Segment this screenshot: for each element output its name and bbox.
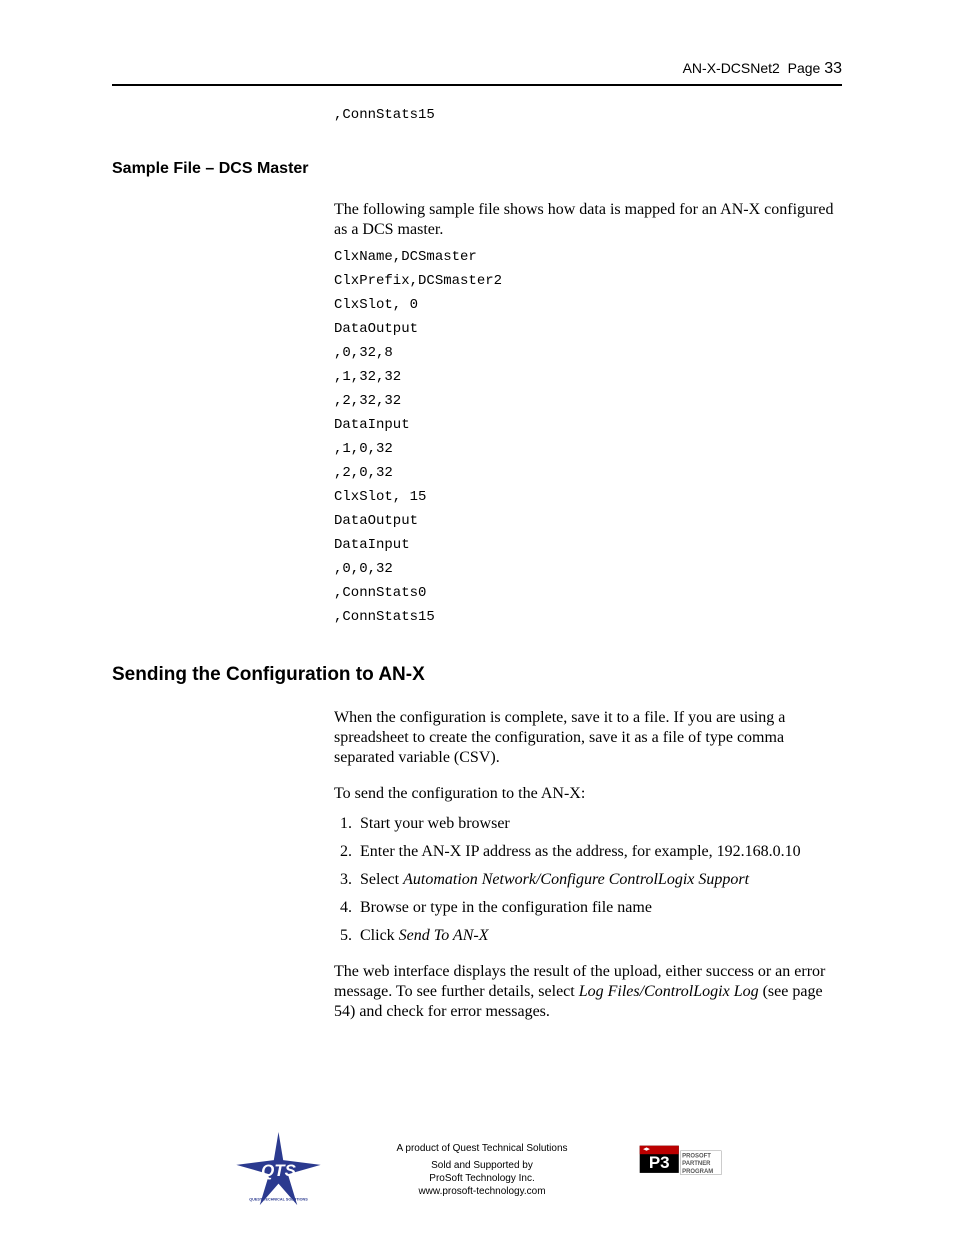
step-text: Enter the AN-X IP address as the address…: [360, 843, 801, 860]
send-p3: The web interface displays the result of…: [334, 962, 842, 1022]
send-p2: To send the configuration to the AN-X:: [334, 784, 842, 804]
footer-text: A product of Quest Technical Solutions S…: [396, 1142, 567, 1198]
footer-line2: Sold and Supported by: [396, 1159, 567, 1172]
send-steps: Start your web browser Enter the AN-X IP…: [334, 814, 842, 946]
code-line: ClxPrefix,DCSmaster2: [334, 274, 842, 288]
p3-logo: P3 PROSOFT PARTNER PROGRAM: [638, 1142, 723, 1197]
p3-em: Log Files/ControlLogix Log: [579, 983, 759, 1000]
list-item: Start your web browser: [356, 814, 842, 834]
heading-sample-file: Sample File – DCS Master: [112, 160, 842, 178]
step-text: Click: [360, 927, 399, 944]
send-p1: When the configuration is complete, save…: [334, 708, 842, 768]
svg-text:QUEST TECHNICAL SOLUTIONS: QUEST TECHNICAL SOLUTIONS: [250, 1197, 309, 1201]
code-line: ,ConnStats15: [334, 610, 842, 624]
code-line: ,0,0,32: [334, 562, 842, 576]
code-line: ,ConnStats0: [334, 586, 842, 600]
code-line: ,2,0,32: [334, 466, 842, 480]
svg-text:PROGRAM: PROGRAM: [682, 1169, 713, 1175]
svg-text:QTS: QTS: [262, 1161, 297, 1180]
list-item: Click Send To AN-X: [356, 926, 842, 946]
code-line: ClxSlot, 0: [334, 298, 842, 312]
qts-logo: QTS QUEST TECHNICAL SOLUTIONS: [231, 1132, 326, 1207]
heading-sending-config: Sending the Configuration to AN-X: [112, 664, 842, 686]
sample-intro: The following sample file shows how data…: [334, 200, 842, 240]
doc-title: AN-X-DCSNet2: [683, 60, 780, 76]
list-item: Select Automation Network/Configure Cont…: [356, 870, 842, 890]
page-footer: QTS QUEST TECHNICAL SOLUTIONS A product …: [0, 1132, 954, 1207]
step-text: Start your web browser: [360, 815, 510, 832]
svg-text:PARTNER: PARTNER: [682, 1161, 711, 1167]
code-line: DataInput: [334, 418, 842, 432]
step-text: Select: [360, 871, 403, 888]
code-line: DataInput: [334, 538, 842, 552]
step-em: Automation Network/Configure ControlLogi…: [403, 871, 749, 888]
footer-line1: A product of Quest Technical Solutions: [396, 1142, 567, 1155]
code-line: ,1,32,32: [334, 370, 842, 384]
code-line: ,ConnStats15: [334, 108, 842, 122]
footer-line4: www.prosoft-technology.com: [396, 1185, 567, 1198]
step-em: Send To AN-X: [399, 927, 489, 944]
code-line: ClxSlot, 15: [334, 490, 842, 504]
code-line: DataOutput: [334, 514, 842, 528]
step-text: Browse or type in the configuration file…: [360, 899, 652, 916]
list-item: Enter the AN-X IP address as the address…: [356, 842, 842, 862]
footer-line3: ProSoft Technology Inc.: [396, 1172, 567, 1185]
code-line: ,0,32,8: [334, 346, 842, 360]
svg-text:PROSOFT: PROSOFT: [682, 1154, 711, 1160]
code-line: DataOutput: [334, 322, 842, 336]
header-rule: [112, 84, 842, 86]
code-line: ,1,0,32: [334, 442, 842, 456]
svg-text:P3: P3: [648, 1153, 669, 1172]
code-line: ,2,32,32: [334, 394, 842, 408]
list-item: Browse or type in the configuration file…: [356, 898, 842, 918]
page-header: AN-X-DCSNet2 Page 33: [112, 60, 842, 78]
page-number: 33: [824, 60, 842, 77]
code-line: ClxName,DCSmaster: [334, 250, 842, 264]
page-label: Page: [788, 60, 821, 76]
